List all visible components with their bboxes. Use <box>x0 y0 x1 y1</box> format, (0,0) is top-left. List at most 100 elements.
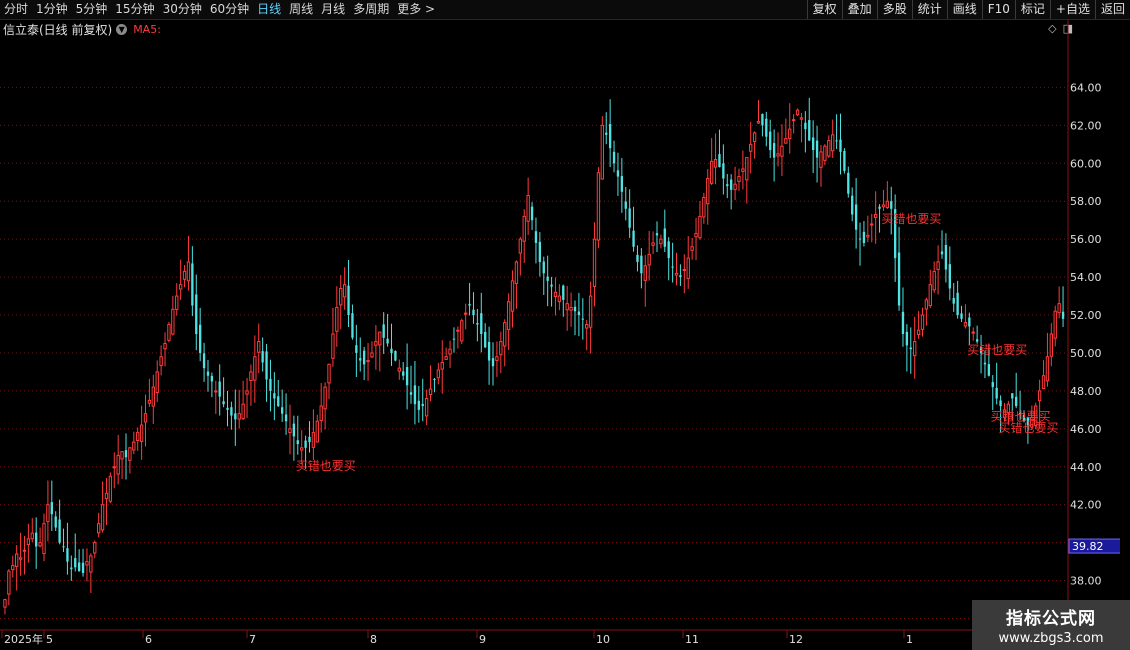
x-tick-label: 8 <box>370 633 377 646</box>
y-tick-label: 38.00 <box>1070 575 1102 588</box>
y-tick-label: 64.00 <box>1070 81 1102 94</box>
x-tick-label: 9 <box>479 633 486 646</box>
candle-body <box>819 151 823 168</box>
candle-body <box>956 292 959 316</box>
candle-body <box>823 145 827 161</box>
y-tick-label: 46.00 <box>1070 423 1102 436</box>
candle-body <box>749 143 753 152</box>
watermark-url: www.zbgs3.com <box>998 631 1104 646</box>
candle-body <box>640 255 643 274</box>
signal-label: 买错也要买 <box>998 421 1058 435</box>
candle-body <box>905 331 909 346</box>
candle-body <box>178 284 183 290</box>
candle-body <box>885 200 890 209</box>
candle-body <box>480 313 483 334</box>
candle-body <box>620 176 624 192</box>
candle-body <box>671 266 674 268</box>
candle-body <box>843 150 846 171</box>
candle-body <box>756 121 761 124</box>
candle-body <box>30 532 34 540</box>
x-tick-label: 1 <box>906 633 913 646</box>
candle-body <box>261 351 264 363</box>
candle-body <box>296 440 299 445</box>
candle-body <box>81 562 85 573</box>
candle-body <box>940 251 944 255</box>
candle-body <box>402 371 405 376</box>
candle-body <box>881 204 886 208</box>
candle-body <box>311 432 316 448</box>
candle-body <box>780 145 784 157</box>
candle-body <box>327 363 331 384</box>
candle-body <box>175 295 179 310</box>
candle-body <box>257 341 261 353</box>
candle-body <box>592 238 597 287</box>
candle-body <box>585 324 589 329</box>
candle-body <box>191 263 194 306</box>
candle-body <box>862 231 866 243</box>
candle-body <box>999 400 1002 407</box>
candle-body <box>608 123 612 149</box>
candle-body <box>916 329 921 336</box>
candle-body <box>448 348 452 355</box>
candle-body <box>839 139 842 152</box>
candle-body <box>573 306 577 312</box>
candle-body <box>77 562 81 572</box>
y-tick-label: 60.00 <box>1070 157 1102 170</box>
x-tick-label: 2025年 <box>4 632 43 646</box>
candle-body <box>968 317 971 327</box>
candle-body <box>596 172 601 241</box>
candle-body <box>202 353 206 369</box>
candle-body <box>726 184 729 187</box>
candle-body <box>11 564 15 571</box>
candle-body <box>936 261 940 270</box>
y-tick-label: 52.00 <box>1070 309 1102 322</box>
candle-body <box>292 423 296 437</box>
candle-body <box>808 120 811 141</box>
candle-body <box>339 287 343 306</box>
candle-body <box>147 399 152 404</box>
candle-body <box>436 369 441 379</box>
candle-body <box>230 407 233 416</box>
y-tick-label: 62.00 <box>1070 119 1102 132</box>
candle-body <box>464 312 468 315</box>
candle-body <box>569 306 573 311</box>
candle-body <box>628 208 631 228</box>
candle-body <box>546 276 549 281</box>
candle-body <box>124 450 128 458</box>
candle-body <box>913 341 917 357</box>
candle-body <box>866 234 870 238</box>
candle-body <box>390 348 393 353</box>
candle-body <box>851 195 854 215</box>
candle-body <box>499 341 503 356</box>
candle-body <box>355 345 358 353</box>
y-tick-label: 54.00 <box>1070 271 1102 284</box>
candle-body <box>359 358 362 361</box>
candle-body <box>433 378 436 380</box>
candle-body <box>769 131 772 151</box>
candle-body <box>514 261 519 285</box>
candle-body <box>151 386 155 407</box>
candle-body <box>632 230 635 247</box>
candle-body <box>730 179 733 190</box>
candle-body <box>600 124 604 180</box>
candle-body <box>733 183 737 191</box>
candle-body <box>612 151 616 164</box>
candle-body <box>3 599 7 608</box>
candle-body <box>690 246 694 251</box>
candle-body <box>234 413 237 420</box>
candle-body <box>784 138 788 144</box>
candle-body <box>538 241 542 262</box>
candle-body <box>413 385 417 405</box>
candle-body <box>366 360 370 363</box>
candlestick-chart[interactable]: 36.0038.0040.0042.0044.0046.0048.0050.00… <box>0 0 1130 650</box>
candle-body <box>347 285 350 316</box>
watermark: 指标公式网 www.zbgs3.com <box>972 600 1130 650</box>
candle-body <box>394 350 397 361</box>
x-tick-label: 5 <box>46 633 53 646</box>
x-tick-label: 12 <box>789 633 803 646</box>
y-tick-label: 48.00 <box>1070 385 1102 398</box>
candle-body <box>163 342 167 350</box>
candle-body <box>288 428 292 434</box>
candle-body <box>42 523 46 555</box>
candle-body <box>421 403 424 407</box>
